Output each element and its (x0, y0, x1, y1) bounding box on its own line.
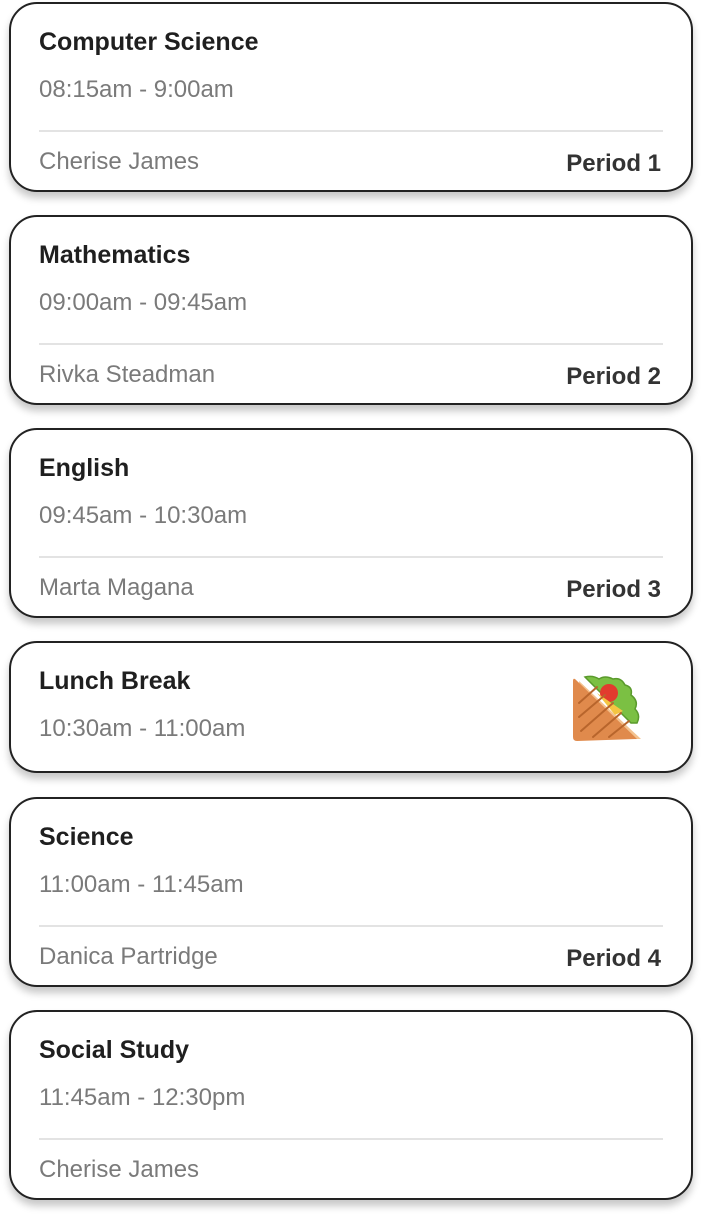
card-divider (39, 556, 663, 558)
class-teacher: Marta Magana (39, 574, 194, 601)
class-time: 11:45am - 12:30pm (39, 1084, 246, 1111)
schedule-card-lunch-break[interactable]: Lunch Break 10:30am - 11:00am (9, 641, 693, 773)
class-teacher: Rivka Steadman (39, 361, 216, 388)
schedule-card-english[interactable]: English 09:45am - 10:30am Marta Magana P… (9, 428, 693, 618)
card-divider (39, 130, 663, 132)
class-time: 09:00am - 09:45am (39, 289, 248, 316)
schedule-card-mathematics[interactable]: Mathematics 09:00am - 09:45am Rivka Stea… (9, 215, 693, 405)
schedule-card-computer-science[interactable]: Computer Science 08:15am - 9:00am Cheris… (9, 2, 693, 192)
class-subject: Lunch Break (39, 667, 191, 695)
card-divider (39, 343, 663, 345)
class-time: 10:30am - 11:00am (39, 715, 246, 742)
class-teacher: Cherise James (39, 148, 200, 175)
class-subject: Social Study (39, 1036, 190, 1064)
class-time: 08:15am - 9:00am (39, 76, 234, 103)
class-time: 11:00am - 11:45am (39, 871, 244, 898)
class-subject: Science (39, 823, 134, 851)
class-subject: English (39, 454, 130, 482)
class-period: Period 1 (566, 150, 661, 177)
schedule-card-science[interactable]: Science 11:00am - 11:45am Danica Partrid… (9, 797, 693, 987)
card-divider (39, 1138, 663, 1140)
class-teacher: Danica Partridge (39, 943, 218, 970)
class-teacher: Cherise James (39, 1156, 200, 1183)
class-period: Period 4 (566, 945, 661, 972)
sandwich-icon (573, 675, 641, 741)
class-subject: Mathematics (39, 241, 191, 269)
class-period: Period 3 (566, 576, 661, 603)
class-period: Period 2 (566, 363, 661, 390)
class-subject: Computer Science (39, 28, 259, 56)
card-divider (39, 925, 663, 927)
schedule-card-social-study[interactable]: Social Study 11:45am - 12:30pm Cherise J… (9, 1010, 693, 1200)
class-time: 09:45am - 10:30am (39, 502, 248, 529)
